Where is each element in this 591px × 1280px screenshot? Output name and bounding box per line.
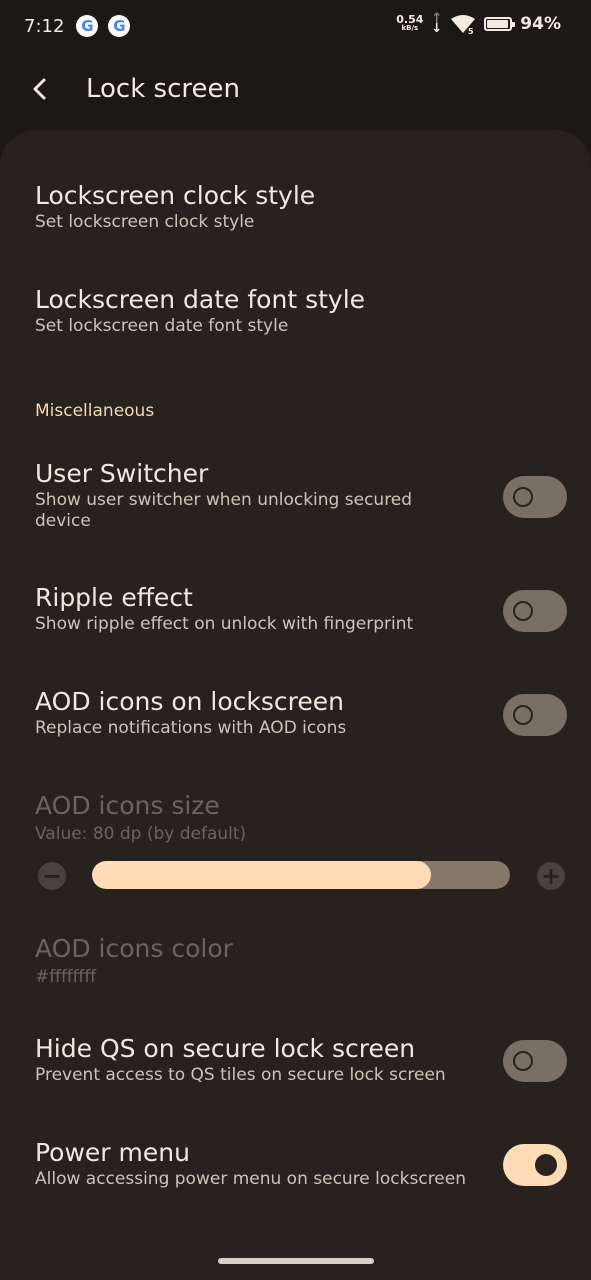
ripple-effect-toggle[interactable] — [503, 590, 567, 632]
pref-summary: Show user switcher when unlocking secure… — [35, 490, 413, 531]
battery-icon — [484, 17, 516, 31]
pref-aod-icons-color: AOD icons color #ffffffff — [35, 933, 565, 988]
pref-title: Power menu — [35, 1138, 190, 1167]
gesture-nav-bar[interactable] — [218, 1258, 374, 1264]
pref-title: AOD icons color — [35, 934, 233, 963]
data-arrows-icon: ↑ ↓ — [431, 11, 443, 36]
pref-summary: Set lockscreen clock style — [35, 212, 255, 232]
pref-aod-icons-size: AOD icons size Value: 80 dp (by default) — [35, 790, 565, 845]
top-app-bar: Lock screen — [0, 56, 591, 122]
pref-title: User Switcher — [35, 459, 209, 488]
section-header-miscellaneous: Miscellaneous — [35, 401, 155, 421]
pref-summary: Allow accessing power menu on secure loc… — [35, 1169, 467, 1189]
pref-title: Lockscreen date font style — [35, 285, 366, 314]
pref-title: AOD icons on lockscreen — [35, 687, 344, 716]
svg-text:5: 5 — [468, 27, 474, 34]
aod-size-slider[interactable] — [92, 861, 510, 889]
pref-title: Ripple effect — [35, 583, 193, 612]
status-right: 0.54 kB/s ↑ ↓ 5 94% — [396, 11, 561, 36]
status-bar: 7:12 G G 0.54 kB/s ↑ ↓ 5 94% — [0, 0, 591, 52]
aod-icons-toggle[interactable] — [503, 694, 567, 736]
pref-user-switcher[interactable]: User Switcher Show user switcher when un… — [35, 458, 455, 532]
pref-summary: Replace notifications with AOD icons — [35, 718, 347, 738]
pref-date-font[interactable]: Lockscreen date font style Set lockscree… — [35, 284, 565, 337]
aod-size-slider-row: − + — [35, 860, 565, 892]
google-icon: G — [108, 15, 131, 37]
battery-percent: 94% — [520, 14, 561, 34]
pref-clock-style[interactable]: Lockscreen clock style Set lockscreen cl… — [35, 180, 565, 233]
pref-title: Lockscreen clock style — [35, 181, 316, 210]
net-speed-value: 0.54 — [396, 13, 424, 26]
network-speed: 0.54 kB/s — [396, 13, 424, 33]
pref-aod-icons[interactable]: AOD icons on lockscreen Replace notifica… — [35, 686, 475, 739]
wifi-icon: 5 — [451, 15, 476, 34]
pref-summary: Value: 80 dp (by default) — [35, 824, 247, 844]
user-switcher-toggle[interactable] — [503, 476, 567, 518]
pref-power-menu[interactable]: Power menu Allow accessing power menu on… — [35, 1137, 495, 1190]
google-icon: G — [76, 15, 99, 37]
back-button[interactable] — [12, 61, 68, 117]
pref-hide-qs[interactable]: Hide QS on secure lock screen Prevent ac… — [35, 1033, 485, 1086]
pref-title: Hide QS on secure lock screen — [35, 1034, 416, 1063]
back-arrow-icon — [33, 78, 46, 100]
net-speed-unit: kB/s — [401, 24, 419, 32]
pref-summary: Show ripple effect on unlock with finger… — [35, 614, 414, 634]
increase-button[interactable]: + — [537, 862, 565, 890]
pref-summary: Prevent access to QS tiles on secure loc… — [35, 1065, 446, 1085]
pref-summary: Set lockscreen date font style — [35, 316, 289, 336]
pref-ripple-effect[interactable]: Ripple effect Show ripple effect on unlo… — [35, 582, 475, 635]
power-menu-toggle[interactable] — [503, 1144, 567, 1186]
pref-title: AOD icons size — [35, 791, 220, 820]
decrease-button[interactable]: − — [38, 862, 66, 890]
page-title: Lock screen — [86, 74, 240, 104]
hide-qs-toggle[interactable] — [503, 1040, 567, 1082]
pref-summary: #ffffffff — [35, 967, 97, 987]
status-time: 7:12 — [24, 15, 65, 37]
